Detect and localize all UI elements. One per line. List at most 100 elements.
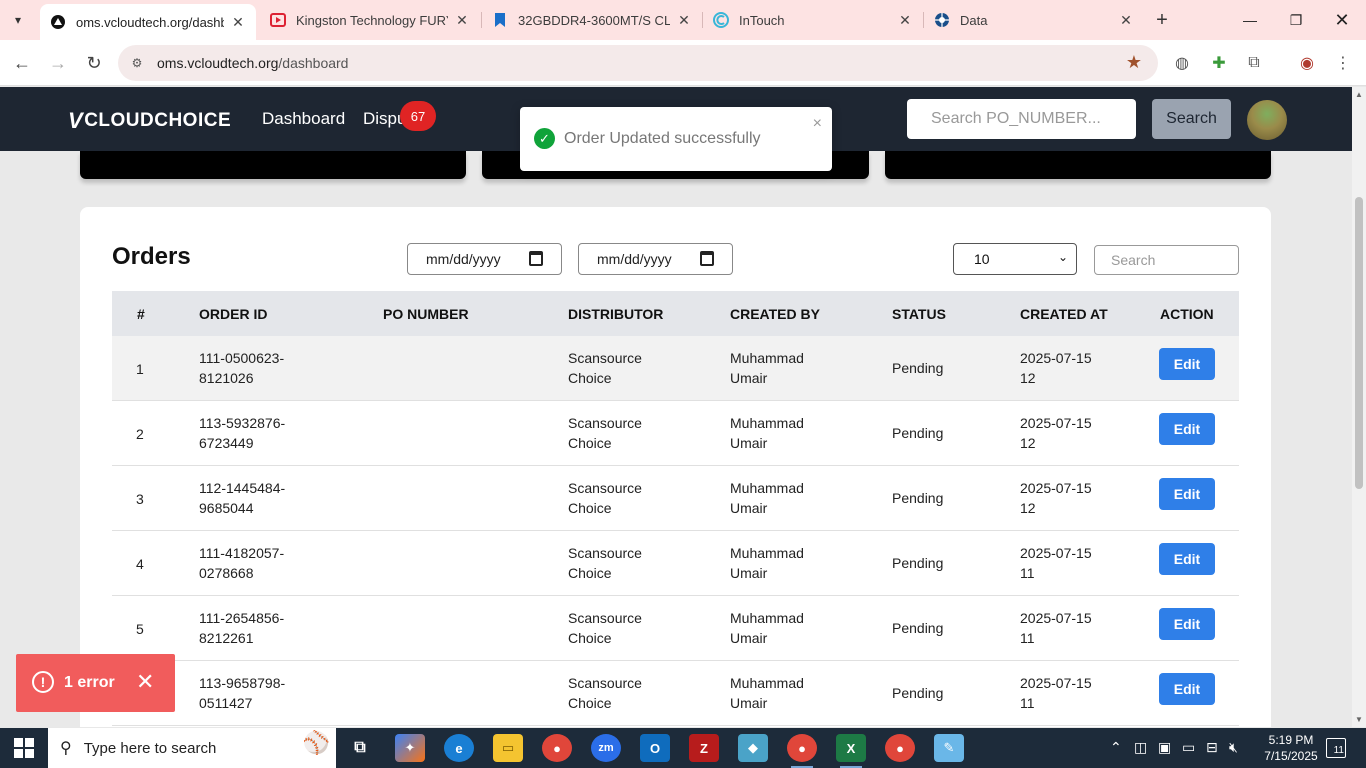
search-button[interactable]: Search: [1152, 99, 1231, 139]
chrome-alt-icon[interactable]: ●: [885, 734, 915, 762]
chrome-icon[interactable]: ●: [542, 734, 572, 762]
extensions-icon[interactable]: ⧉: [1243, 52, 1265, 74]
scroll-down-icon[interactable]: ▼: [1355, 715, 1363, 724]
windows-start-icon[interactable]: [14, 738, 34, 758]
new-tab-icon[interactable]: +: [1150, 8, 1174, 32]
network-icon[interactable]: ⊟: [1206, 739, 1218, 756]
chrome-profile-icon[interactable]: ●: [787, 734, 817, 768]
tab-oms-dashboard[interactable]: oms.vcloudtech.org/dashboard ✕: [40, 4, 256, 40]
calendar-icon[interactable]: [529, 251, 543, 266]
bookmark-doc-icon: [492, 12, 508, 28]
date-from-input[interactable]: mm/dd/yyyy: [407, 243, 562, 275]
dismiss-error-icon[interactable]: ✕: [136, 669, 154, 695]
address-bar[interactable]: ⚙ oms.vcloudtech.org/dashboard ★: [118, 45, 1158, 81]
page-size-select[interactable]: 10 ⌄: [953, 243, 1077, 275]
scroll-up-icon[interactable]: ▲: [1355, 90, 1363, 99]
error-indicator[interactable]: ! 1 error ✕: [16, 654, 175, 712]
table-search-input[interactable]: Search: [1094, 245, 1239, 275]
cloudchoice-logo[interactable]: V CLOUDCHOICE: [68, 108, 231, 134]
url-text[interactable]: oms.vcloudtech.org/dashboard: [157, 55, 348, 71]
order-id-cell: 113-9658798- 0511427: [199, 675, 286, 711]
tab-title: 32GBDDR4-3600MT/S CL16: [518, 12, 670, 28]
page-scrollbar[interactable]: ▲ ▼: [1352, 87, 1366, 727]
distributor-cell: Scansource Choice: [568, 610, 642, 646]
edit-button[interactable]: Edit: [1159, 673, 1215, 705]
edit-button[interactable]: Edit: [1159, 413, 1215, 445]
order-id-cell: 111-0500623- 8121026: [199, 350, 285, 386]
col-header-action: ACTION: [1160, 306, 1214, 322]
browser-tab-strip: ▾ oms.vcloudtech.org/dashboard ✕ Kingsto…: [0, 0, 1366, 40]
toast-close-icon[interactable]: ×: [813, 115, 822, 133]
reload-icon[interactable]: ↻: [81, 50, 107, 76]
triangle-logo-icon: [50, 14, 66, 30]
edit-button[interactable]: Edit: [1159, 348, 1215, 380]
tab-data[interactable]: Data ✕: [924, 0, 1144, 40]
stat-card: [80, 151, 466, 179]
close-tab-icon[interactable]: ✕: [230, 14, 246, 30]
edit-button[interactable]: Edit: [1159, 608, 1215, 640]
close-tab-icon[interactable]: ✕: [897, 12, 913, 28]
edge-icon[interactable]: e: [444, 734, 474, 762]
outlook-icon[interactable]: O: [640, 734, 670, 762]
po-number-search-input[interactable]: Search PO_NUMBER...: [907, 99, 1136, 139]
scrollbar-thumb[interactable]: [1355, 197, 1363, 489]
user-avatar[interactable]: [1247, 100, 1287, 140]
display-icon[interactable]: ▣: [1158, 739, 1171, 756]
check-circle-icon: ✓: [534, 128, 555, 149]
translate-icon[interactable]: ◍: [1171, 52, 1193, 74]
calendar-icon[interactable]: [700, 251, 714, 266]
forward-icon[interactable]: →: [45, 50, 71, 76]
excel-icon[interactable]: X: [836, 734, 866, 768]
notepad-icon[interactable]: ✎: [934, 734, 964, 762]
filezilla-icon[interactable]: Z: [689, 734, 719, 762]
row-number: 3: [136, 491, 144, 507]
tab-title: Kingston Technology FURY 32: [296, 12, 448, 28]
col-header-order-id: ORDER ID: [199, 306, 268, 322]
tray-overflow-icon[interactable]: ⌃: [1110, 739, 1122, 756]
bookmark-star-icon[interactable]: ★: [1126, 52, 1142, 73]
task-view-icon[interactable]: ⧉: [345, 734, 375, 762]
row-number: 2: [136, 426, 144, 442]
taskbar-search-box[interactable]: ⚲ Type here to search ⚾: [48, 728, 336, 768]
site-settings-icon[interactable]: ⚙: [128, 54, 146, 72]
diamond-app-icon[interactable]: ◆: [738, 734, 768, 762]
back-icon[interactable]: ←: [9, 50, 35, 76]
notification-center-icon[interactable]: 11: [1326, 738, 1346, 758]
status-cell: Pending: [892, 685, 944, 701]
status-cell: Pending: [892, 555, 944, 571]
edit-button[interactable]: Edit: [1159, 543, 1215, 575]
file-explorer-icon[interactable]: ▭: [493, 734, 523, 762]
table-row: 1 111-0500623- 8121026 Scansource Choice M…: [112, 336, 1239, 401]
taskbar-clock[interactable]: 5:19 PM 7/15/2025: [1256, 732, 1326, 764]
date-to-input[interactable]: mm/dd/yyyy: [578, 243, 733, 275]
profile-icon[interactable]: ◉: [1296, 52, 1318, 74]
close-tab-icon[interactable]: ✕: [676, 12, 692, 28]
tab-kingston[interactable]: Kingston Technology FURY 32 ✕: [260, 0, 480, 40]
order-id-cell: 112-1445484- 9685044: [199, 480, 286, 516]
order-id-cell: 111-4182057- 0278668: [199, 545, 285, 581]
close-window-icon[interactable]: ✕: [1328, 6, 1356, 34]
baseball-search-highlight-icon: ⚾: [302, 730, 330, 755]
nav-dashboard[interactable]: Dashboard: [262, 109, 345, 129]
orders-table: # ORDER ID PO NUMBER DISTRIBUTOR CREATED…: [112, 291, 1239, 726]
status-cell: Pending: [892, 490, 944, 506]
extension-puzzle-plus-icon[interactable]: ✚: [1208, 52, 1230, 74]
copilot-icon[interactable]: ✦: [395, 734, 425, 762]
restore-icon[interactable]: ❐: [1282, 6, 1310, 34]
close-tab-icon[interactable]: ✕: [1118, 12, 1134, 28]
table-row: 6 113-9658798-0511427 ScansourceChoice M…: [112, 661, 1239, 726]
zoom-icon[interactable]: zm: [591, 734, 621, 762]
battery-icon[interactable]: ▭: [1182, 739, 1195, 756]
tab-title: Data: [960, 12, 988, 28]
minimize-icon[interactable]: —: [1236, 6, 1264, 34]
menu-kebab-icon[interactable]: ⋮: [1332, 52, 1354, 74]
intouch-icon: [713, 12, 729, 28]
tab-32gbddr4[interactable]: 32GBDDR4-3600MT/S CL16 ✕: [482, 0, 702, 40]
volume-muted-icon[interactable]: 🔇︎: [1229, 739, 1238, 756]
tab-intouch[interactable]: InTouch ✕: [703, 0, 923, 40]
meet-now-icon[interactable]: ◫: [1134, 739, 1147, 756]
edit-button[interactable]: Edit: [1159, 478, 1215, 510]
tab-search-chevron-icon[interactable]: ▾: [6, 8, 30, 32]
stat-card: [885, 151, 1271, 179]
close-tab-icon[interactable]: ✕: [454, 12, 470, 28]
